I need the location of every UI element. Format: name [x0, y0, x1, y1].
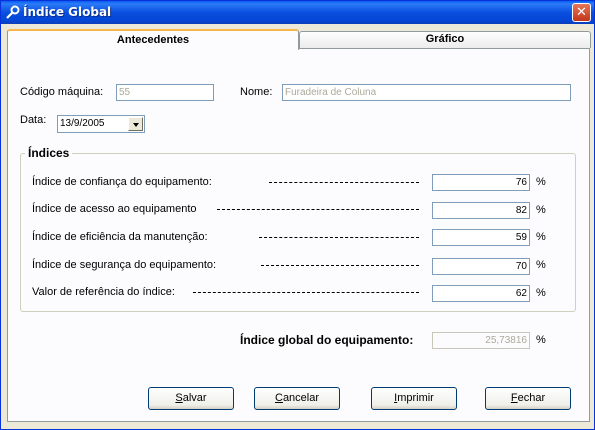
indice-eficiencia-field[interactable]: 59	[432, 229, 530, 246]
salvar-button[interactable]: Salvar	[148, 387, 234, 410]
indice-global-window: Índice Global ✕ Antecedentes Gráfico Cód…	[0, 0, 595, 430]
valor-referencia-field[interactable]: 62	[432, 285, 530, 302]
percent-label: %	[536, 334, 546, 346]
percent-label: %	[536, 287, 546, 299]
leader-dots	[259, 237, 419, 238]
mnemonic: F	[510, 392, 518, 404]
indices-title: Índices	[25, 146, 73, 160]
percent-label: %	[536, 259, 546, 271]
indice-confianca-field[interactable]: 76	[432, 174, 530, 191]
leader-dots	[217, 209, 419, 210]
codigo-maquina-field[interactable]: 55	[116, 84, 214, 101]
indice-global-field: 25,73816	[432, 332, 530, 349]
data-combo[interactable]: 13/9/2005	[57, 115, 145, 133]
nome-label: Nome:	[240, 86, 273, 98]
percent-label: %	[536, 176, 546, 188]
chevron-down-icon[interactable]	[128, 117, 143, 131]
valor-referencia-label: Valor de referência do índice:	[32, 286, 175, 298]
indice-global-label: Índice global do equipamento:	[240, 333, 414, 347]
data-value: 13/9/2005	[60, 118, 105, 129]
codigo-maquina-label: Código máquina:	[20, 86, 104, 98]
button-label: mprimir	[397, 392, 434, 404]
indice-acesso-label: Índice de acesso ao equipamento	[32, 203, 197, 215]
indice-eficiencia-label: Índice de eficiência da manutenção:	[32, 231, 208, 243]
button-label: ancelar	[282, 392, 320, 404]
percent-label: %	[536, 231, 546, 243]
leader-dots	[269, 182, 419, 183]
fechar-button[interactable]: Fechar	[485, 387, 571, 410]
nome-field[interactable]: Furadeira de Coluna	[282, 84, 571, 101]
button-label: alvar	[182, 392, 207, 404]
button-label: echar	[517, 392, 546, 404]
mnemonic: C	[274, 392, 283, 404]
mnemonic: S	[175, 392, 183, 404]
indice-acesso-field[interactable]: 82	[432, 202, 530, 219]
imprimir-button[interactable]: Imprimir	[371, 387, 457, 410]
leader-dots	[193, 292, 419, 293]
percent-label: %	[536, 204, 546, 216]
data-label: Data:	[20, 114, 47, 126]
leader-dots	[261, 265, 419, 266]
indice-seguranca-field[interactable]: 70	[432, 258, 530, 275]
indice-confianca-label: Índice de confiança do equipamento:	[32, 176, 212, 188]
indice-seguranca-label: Índice de segurança do equipamento:	[32, 259, 217, 271]
cancelar-button[interactable]: Cancelar	[254, 387, 340, 410]
form-content: Código máquina: 55 Nome: Furadeira de Co…	[1, 1, 595, 430]
